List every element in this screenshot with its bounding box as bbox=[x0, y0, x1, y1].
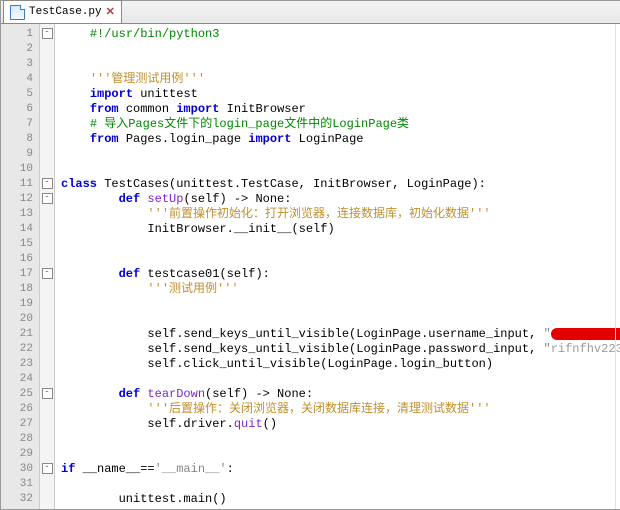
line-number: 32 bbox=[11, 492, 33, 507]
line-number: 13 bbox=[11, 207, 33, 222]
redacted-value bbox=[551, 328, 620, 340]
line-number: 30 bbox=[11, 462, 33, 477]
fold-toggle[interactable]: - bbox=[42, 388, 53, 399]
code-area[interactable]: #!/usr/bin/python3 '''管理测试用例''' import u… bbox=[55, 24, 620, 509]
line-number: 29 bbox=[11, 447, 33, 462]
line-number: 3 bbox=[11, 57, 33, 72]
fold-toggle[interactable]: - bbox=[42, 178, 53, 189]
line-number: 11 bbox=[11, 177, 33, 192]
fold-toggle[interactable]: - bbox=[42, 463, 53, 474]
module-docstring: '''管理测试用例''' bbox=[90, 72, 205, 86]
editor-body: 1234567891011121314151617181920212223242… bbox=[1, 24, 620, 509]
column-guide bbox=[615, 24, 616, 509]
line-number: 12 bbox=[11, 192, 33, 207]
line-number: 15 bbox=[11, 237, 33, 252]
shebang: #!/usr/bin/python3 bbox=[90, 27, 220, 41]
line-number: 26 bbox=[11, 402, 33, 417]
line-number: 19 bbox=[11, 297, 33, 312]
line-number: 5 bbox=[11, 87, 33, 102]
line-number: 28 bbox=[11, 432, 33, 447]
line-number: 27 bbox=[11, 417, 33, 432]
tab-bar: TestCase.py ✕ bbox=[1, 1, 620, 24]
comment: # 导入Pages文件下的login_page文件中的LoginPage类 bbox=[90, 117, 409, 131]
line-number: 23 bbox=[11, 357, 33, 372]
line-number: 25 bbox=[11, 387, 33, 402]
line-number: 21 bbox=[11, 327, 33, 342]
line-number: 9 bbox=[11, 147, 33, 162]
line-number: 18 bbox=[11, 282, 33, 297]
fold-toggle[interactable]: - bbox=[42, 193, 53, 204]
line-number: 7 bbox=[11, 117, 33, 132]
line-number: 24 bbox=[11, 372, 33, 387]
line-number-gutter: 1234567891011121314151617181920212223242… bbox=[1, 24, 40, 509]
line-number: 1 bbox=[11, 27, 33, 42]
line-number: 22 bbox=[11, 342, 33, 357]
close-icon[interactable]: ✕ bbox=[106, 5, 115, 19]
line-number: 16 bbox=[11, 252, 33, 267]
editor-window: TestCase.py ✕ 12345678910111213141516171… bbox=[0, 0, 620, 510]
line-number: 20 bbox=[11, 312, 33, 327]
file-icon bbox=[10, 5, 25, 20]
tab-filename: TestCase.py bbox=[29, 6, 102, 18]
line-number: 14 bbox=[11, 222, 33, 237]
line-number: 8 bbox=[11, 132, 33, 147]
fold-toggle[interactable]: - bbox=[42, 28, 53, 39]
line-number: 4 bbox=[11, 72, 33, 87]
line-number: 17 bbox=[11, 267, 33, 282]
line-number: 2 bbox=[11, 42, 33, 57]
line-number: 10 bbox=[11, 162, 33, 177]
line-number: 6 bbox=[11, 102, 33, 117]
fold-column: - - - - - - bbox=[40, 24, 55, 509]
file-tab[interactable]: TestCase.py ✕ bbox=[3, 0, 122, 23]
line-number: 31 bbox=[11, 477, 33, 492]
fold-toggle[interactable]: - bbox=[42, 268, 53, 279]
